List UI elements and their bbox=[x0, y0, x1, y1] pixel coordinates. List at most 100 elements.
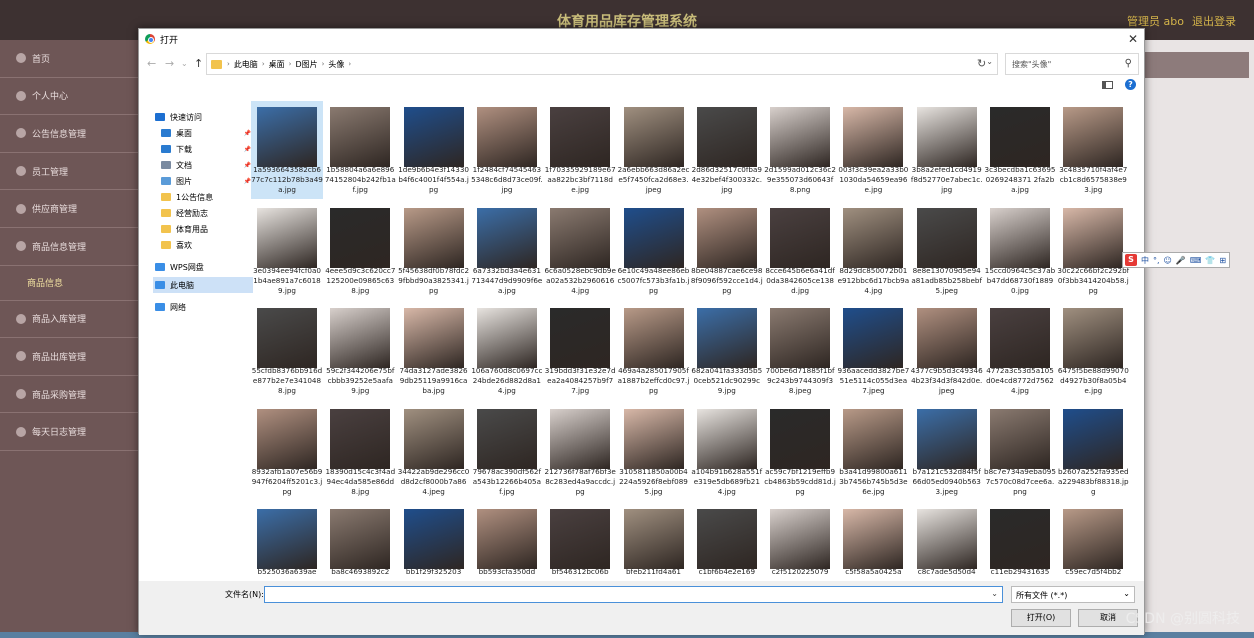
nav-item[interactable]: 体育用品 bbox=[153, 221, 253, 237]
recent-dropdown-icon[interactable]: ⌄ bbox=[181, 59, 188, 68]
file-thumbnail[interactable]: c8c7ade5d50d4 bbox=[911, 503, 983, 579]
back-arrow-icon[interactable]: ← bbox=[147, 57, 156, 70]
file-thumbnail[interactable]: 6a7332bd3a4e631713447d9d9909f6ea.jpg bbox=[471, 202, 543, 300]
file-thumbnail[interactable]: c11eb29431635 bbox=[984, 503, 1056, 579]
file-thumbnail[interactable]: 1f70335929189e67aa822bc3bf7118de.jpg bbox=[544, 101, 616, 199]
file-thumbnail[interactable]: 2d1599ad012c36c29e355073d60643f8.png bbox=[764, 101, 836, 199]
file-thumbnail[interactable]: 700be6d71885f1bf9c243b9744309f38.jpeg bbox=[764, 302, 836, 400]
file-thumbnail[interactable]: c1bf6b4e2e169 bbox=[691, 503, 763, 579]
nav-item[interactable]: 下载 📌 bbox=[153, 141, 253, 157]
ime-tool-icon[interactable]: 🎤 bbox=[1176, 256, 1186, 265]
ime-tool-icon[interactable]: ⊞ bbox=[1219, 256, 1226, 265]
address-bar[interactable]: › 此电脑 › 桌面 › D图片 › 头像 › ⌄ bbox=[206, 53, 998, 75]
file-thumbnail[interactable]: 319bdd3f31e32e7dea2a4084257b9f77.jpg bbox=[544, 302, 616, 400]
file-thumbnail[interactable]: ac59c7bf1219effb9cb4863b59cdd81d.jpg bbox=[764, 403, 836, 501]
nav-item[interactable]: 网络 bbox=[153, 299, 253, 315]
file-thumbnail[interactable]: 682a041fa333d5b50ceb521dc90299c9.jpg bbox=[691, 302, 763, 400]
file-thumbnail[interactable]: 2d86d32517c0fba94e32bef4f300332c.jpg bbox=[691, 101, 763, 199]
open-button[interactable]: 打开(O) bbox=[1011, 609, 1071, 627]
sidebar-item[interactable]: 商品采购管理 bbox=[0, 376, 138, 414]
file-thumbnail[interactable]: 3e0394ee94fcf0a01b4ae891a7c60189.jpg bbox=[251, 202, 323, 300]
breadcrumb-item[interactable]: 桌面 bbox=[269, 59, 285, 70]
filename-input[interactable]: ⌄ bbox=[264, 586, 1003, 603]
file-thumbnail[interactable]: 6e10c49a48ee86ebc5007fc573b3fa1b.jpg bbox=[618, 202, 690, 300]
sidebar-item[interactable]: 个人中心 bbox=[0, 78, 138, 116]
file-thumbnail[interactable]: 212736f78af76bf3e8c283ed4a9accdc.jpg bbox=[544, 403, 616, 501]
file-thumbnail[interactable]: 15ccd0964c5c37abb47dd68730f18890.jpg bbox=[984, 202, 1056, 300]
nav-item[interactable]: 此电脑 bbox=[153, 277, 253, 293]
file-thumbnail[interactable]: 003f3c39ea2a33b01030da54659ea96e.jpg bbox=[837, 101, 909, 199]
file-thumbnail[interactable]: 34422ab9de296cc0d8d2cf8000b7a864.jpeg bbox=[398, 403, 470, 501]
file-thumbnail[interactable]: 74da3127ade38269db25119a9916caba.jpg bbox=[398, 302, 470, 400]
chevron-down-icon[interactable]: ⌄ bbox=[986, 57, 993, 66]
filetype-select[interactable]: 所有文件 (*.*) ⌄ bbox=[1011, 586, 1135, 603]
sidebar-item[interactable]: 供应商管理 bbox=[0, 190, 138, 228]
file-thumbnail[interactable]: 2a6ebb663d86a2ece5f7450fca2d68e3.jpeg bbox=[618, 101, 690, 199]
nav-item[interactable]: 文档 📌 bbox=[153, 157, 253, 173]
file-thumbnail[interactable]: 3105811850a00b4224a5926f8ebf0895.jpg bbox=[618, 403, 690, 501]
file-thumbnail[interactable]: 1de9b6b4e3f14330b4f6c4001f4f554a.jpg bbox=[398, 101, 470, 199]
user-name[interactable]: 管理员 abo bbox=[1127, 13, 1184, 29]
file-thumbnail[interactable]: b3a41d99800a6113b7456b745b5d3e6e.jpg bbox=[837, 403, 909, 501]
sidebar-item[interactable]: 公告信息管理 bbox=[0, 115, 138, 153]
file-thumbnail[interactable]: 30c22c66bf2c292bf0f3bb3414204b58.jpg bbox=[1057, 202, 1129, 300]
file-thumbnail[interactable]: 5f45638df0b78fdc29fbbd90a3825341.jpg bbox=[398, 202, 470, 300]
nav-item[interactable]: 喜欢 bbox=[153, 237, 253, 253]
file-thumbnail[interactable]: 1a5936643582cb677c7c112b78b3a49a.jpg bbox=[251, 101, 323, 199]
file-thumbnail[interactable]: 3c4835710f4af4e7cb1c8d6575838e93.jpg bbox=[1057, 101, 1129, 199]
file-thumbnail[interactable]: b7a121c532d84f5f66d05ed0940b5633.jpeg bbox=[911, 403, 983, 501]
file-thumbnail[interactable]: bfeb211fd4a61 bbox=[618, 503, 690, 579]
ime-tool-icon[interactable]: 中 bbox=[1141, 255, 1149, 266]
file-thumbnail[interactable]: 4772a3c53d5a105d0e4cd8772d75624.jpg bbox=[984, 302, 1056, 400]
forward-arrow-icon[interactable]: → bbox=[165, 57, 174, 70]
file-thumbnail[interactable]: a104b91b628a551fe319e5db689fb214.jpg bbox=[691, 403, 763, 501]
file-thumbnail[interactable]: 1f2484cf745454635348c6d8d73ce09f.jpg bbox=[471, 101, 543, 199]
file-thumbnail[interactable]: bb1f29f325203 bbox=[398, 503, 470, 579]
ime-toolbar[interactable]: S 中 °, ☺ 🎤 ⌨ 👕 ⊞ bbox=[1122, 252, 1230, 268]
file-thumbnail[interactable]: bb593cfa350dd bbox=[471, 503, 543, 579]
nav-item[interactable]: 经营励志 bbox=[153, 205, 253, 221]
file-thumbnail[interactable]: b8c7e734a9eba0957c570c08d7cee6a.png bbox=[984, 403, 1056, 501]
file-thumbnail[interactable]: 4eee5d9c3c620cc7125200e09865c638.jpg bbox=[324, 202, 396, 300]
sidebar-subitem[interactable]: 商品信息 bbox=[0, 266, 138, 301]
file-thumbnail[interactable]: c2f5120225079 bbox=[764, 503, 836, 579]
file-thumbnail[interactable]: 4377c9b5d3c493464b23f34d3f842d0e.jpeg bbox=[911, 302, 983, 400]
file-thumbnail[interactable]: b525036a639ae bbox=[251, 503, 323, 579]
file-thumbnail[interactable]: 6475f5be88d99070d4927b30f8a05b4e.jpg bbox=[1057, 302, 1129, 400]
file-thumbnail[interactable]: 3b8a2efed1cd4919f8d52770e7abec1c.jpg bbox=[911, 101, 983, 199]
file-thumbnail[interactable]: 8932afb1a07e56b9947f6204ff5201c3.jpg bbox=[251, 403, 323, 501]
close-icon[interactable]: ✕ bbox=[1128, 32, 1138, 46]
nav-item[interactable]: 快速访问 bbox=[153, 109, 253, 125]
ime-tool-icon[interactable]: °, bbox=[1153, 256, 1160, 265]
breadcrumb-item[interactable]: 此电脑 bbox=[234, 59, 258, 70]
file-thumbnail[interactable]: c5f58a5a0425a bbox=[837, 503, 909, 579]
logout-link[interactable]: 退出登录 bbox=[1192, 13, 1236, 29]
ime-tool-icon[interactable]: 👕 bbox=[1205, 256, 1215, 265]
breadcrumb-item[interactable]: 头像 bbox=[328, 59, 344, 70]
file-thumbnail[interactable]: 59c2f344206e75bfcbbb39252e5aafa9.jpg bbox=[324, 302, 396, 400]
sidebar-item[interactable]: 商品入库管理 bbox=[0, 301, 138, 339]
file-thumbnail[interactable]: 1b58804a6a6e89674152804b242fb1af.jpg bbox=[324, 101, 396, 199]
file-thumbnail[interactable]: 8e8e130709d5e94a81adb85b258bebf5.jpeg bbox=[911, 202, 983, 300]
nav-item[interactable]: 图片 📌 bbox=[153, 173, 253, 189]
nav-item[interactable]: 桌面 📌 bbox=[153, 125, 253, 141]
ime-tool-icon[interactable]: ⌨ bbox=[1190, 256, 1202, 265]
preview-pane-icon[interactable] bbox=[1102, 80, 1113, 89]
file-thumbnail[interactable]: b2607a252fa935eda229483bf88318.jpg bbox=[1057, 403, 1129, 501]
sidebar-item[interactable]: 商品出库管理 bbox=[0, 338, 138, 376]
file-thumbnail[interactable]: 8be04887cae6ce988f9096f592cce1d4.jpg bbox=[691, 202, 763, 300]
sidebar-item[interactable]: 每天日志管理 bbox=[0, 413, 138, 451]
up-arrow-icon[interactable]: ↑ bbox=[194, 57, 203, 70]
file-thumbnail[interactable]: 8d29dc850072b01e912bbc6d17bcb9a4.jpg bbox=[837, 202, 909, 300]
search-input[interactable]: 搜索"头像" ⚲ bbox=[1005, 53, 1139, 75]
nav-item[interactable]: 1公告信息 bbox=[153, 189, 253, 205]
file-thumbnail[interactable]: ba8c4693892c2 bbox=[324, 503, 396, 579]
sidebar-item[interactable]: 商品信息管理 bbox=[0, 228, 138, 266]
file-thumbnail[interactable]: 8cce645b6e6a41df0da3842605ce138d.jpg bbox=[764, 202, 836, 300]
file-thumbnail[interactable]: 79678ac390df562fa543b12266b405af.jpg bbox=[471, 403, 543, 501]
file-thumbnail[interactable]: 106a760d8c0697cc24bde26d882d8a14.jpg bbox=[471, 302, 543, 400]
file-thumbnail[interactable]: bf546312bc06b bbox=[544, 503, 616, 579]
ime-tool-icon[interactable]: ☺ bbox=[1164, 256, 1172, 265]
file-thumbnail[interactable]: 936aacedd3827be751e5114c055d3ea7.jpeg bbox=[837, 302, 909, 400]
sidebar-item[interactable]: 首页 bbox=[0, 40, 138, 78]
